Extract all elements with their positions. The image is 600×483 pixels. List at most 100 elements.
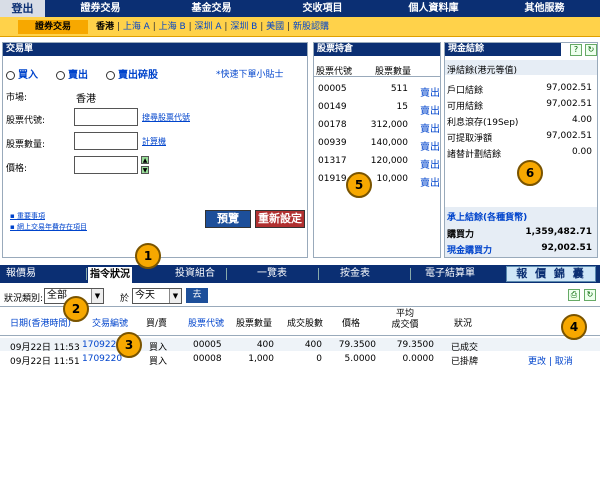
- callout-1: 1: [135, 243, 161, 269]
- cash-subheader: 淨結餘(港元等值): [447, 66, 518, 76]
- price-input[interactable]: [74, 156, 138, 174]
- col-stock-code[interactable]: 股票代號: [188, 316, 224, 329]
- refresh-icon[interactable]: ↻: [585, 44, 597, 56]
- col-trade-id[interactable]: 交易編號: [92, 316, 128, 329]
- callout-2: 2: [63, 296, 89, 322]
- callout-6: 6: [517, 160, 543, 186]
- buying-power-label: 購買力: [447, 230, 475, 240]
- order-qty: 1,000: [248, 354, 274, 364]
- divider: [314, 76, 440, 77]
- market-sz-a[interactable]: 深圳 A: [194, 22, 221, 32]
- holding-code: 00939: [318, 138, 347, 148]
- col-avg-price: 平均 成交價: [391, 309, 419, 330]
- order-date: 09月22日 11:51: [10, 357, 80, 367]
- calculator-link[interactable]: 計算機: [142, 136, 166, 147]
- important-notes-label: 重要事項: [16, 212, 45, 220]
- cash-row-label: 戶口結餘: [447, 86, 484, 96]
- date-filter-value: 今天: [135, 290, 155, 301]
- quantity-input[interactable]: [74, 132, 138, 150]
- radio-icon: [56, 70, 65, 80]
- stock-code-label: 股票代號:: [6, 116, 46, 126]
- holding-sell-link[interactable]: 賣出: [420, 120, 440, 135]
- order-price: 79.3500: [338, 340, 376, 350]
- cash-row-label: 諸替計劃結餘: [447, 150, 502, 160]
- market-ipo[interactable]: 新股認購: [293, 22, 329, 32]
- holding-code: 01919: [318, 174, 347, 184]
- tab-order-status[interactable]: 指令狀況: [88, 267, 132, 283]
- market-sh-a[interactable]: 上海 A: [123, 22, 150, 32]
- buy-radio[interactable]: 買入: [6, 66, 38, 81]
- holding-qty: 140,000: [370, 138, 408, 148]
- separator: |: [224, 22, 228, 32]
- quick-tips-link[interactable]: *快速下單小貼士: [216, 67, 284, 80]
- print-icon[interactable]: ⎙: [568, 289, 580, 301]
- tab-separator: [86, 268, 87, 280]
- holding-code: 00178: [318, 120, 347, 130]
- tab-separator: [226, 268, 227, 280]
- tab-e-statement[interactable]: 電子結算單: [420, 265, 480, 283]
- order-side: 買入: [149, 357, 168, 367]
- date-filter-select[interactable]: 今天 ▼: [132, 288, 182, 304]
- sell-odd-radio[interactable]: 賣出碎股: [106, 66, 158, 81]
- holding-qty: 15: [396, 102, 408, 112]
- order-code: 00005: [193, 340, 222, 350]
- nav-securities[interactable]: 證券交易: [45, 0, 156, 17]
- holding-sell-link[interactable]: 賣出: [420, 156, 440, 171]
- holding-sell-link[interactable]: 賣出: [420, 138, 440, 153]
- status-filter-label: 狀況類別:: [4, 294, 44, 304]
- holding-code: 00149: [318, 102, 347, 112]
- cash-section2-title: 承上結餘(各種貨幣): [447, 213, 528, 223]
- holding-sell-link[interactable]: 賣出: [420, 102, 440, 117]
- separator: |: [116, 22, 120, 32]
- order-price: 5.0000: [344, 354, 377, 364]
- tab-quote[interactable]: 報價易: [0, 265, 42, 283]
- stock-code-input[interactable]: [74, 108, 138, 126]
- go-button[interactable]: 去: [186, 288, 208, 303]
- market-us[interactable]: 美國: [266, 22, 284, 32]
- callout-4: 4: [561, 314, 587, 340]
- price-up-icon[interactable]: ▲: [141, 156, 149, 164]
- reset-button[interactable]: 重新設定: [255, 210, 305, 228]
- refresh-icon[interactable]: ↻: [584, 289, 596, 301]
- holding-sell-link[interactable]: 賣出: [420, 174, 440, 189]
- sell-radio[interactable]: 賣出: [56, 66, 88, 81]
- separator: |: [152, 22, 156, 32]
- buy-label: 買入: [18, 70, 38, 81]
- separator: |: [260, 22, 264, 32]
- holding-sell-link[interactable]: 賣出: [420, 84, 440, 99]
- in-label: 於: [120, 294, 130, 304]
- col-status: 狀況: [454, 319, 473, 329]
- order-qty: 400: [256, 340, 274, 350]
- col-date[interactable]: 日期(香港時間): [10, 316, 71, 329]
- market-hk[interactable]: 香港: [96, 22, 114, 32]
- market-sh-b[interactable]: 上海 B: [159, 22, 186, 32]
- chevron-down-icon: ▼: [169, 289, 181, 303]
- tab-summary[interactable]: 一覽表: [252, 265, 292, 283]
- price-down-icon[interactable]: ▼: [141, 166, 149, 174]
- tab-portfolio[interactable]: 投資組合: [170, 265, 220, 283]
- help-icon[interactable]: ?: [570, 44, 582, 56]
- search-code-link[interactable]: 搜尋股票代號: [142, 112, 190, 123]
- preview-button[interactable]: 預覽: [205, 210, 251, 228]
- tab-margin[interactable]: 按金表: [335, 265, 375, 283]
- nav-settlement[interactable]: 交收項目: [267, 0, 378, 17]
- cash-power-value: 92,002.51: [541, 243, 592, 253]
- cash-row-value: 4.00: [571, 115, 592, 125]
- order-avg-price: 0.0000: [402, 354, 435, 364]
- order-actions[interactable]: 更改 | 取消: [528, 354, 573, 367]
- nav-funds[interactable]: 基金交易: [156, 0, 267, 17]
- nav-personal[interactable]: 個人資料庫: [378, 0, 489, 17]
- market-sz-b[interactable]: 深圳 B: [230, 22, 257, 32]
- annual-fee-link[interactable]: ▪ 網上交易年費存在項目: [10, 222, 87, 232]
- report-button[interactable]: 報 價 錦 囊: [506, 266, 596, 282]
- order-id-link[interactable]: 1709220: [82, 354, 122, 364]
- holding-qty: 511: [390, 84, 408, 94]
- sell-label: 賣出: [68, 70, 88, 81]
- cash-header: 現金結餘: [445, 43, 561, 56]
- logout-button[interactable]: 登出: [0, 0, 45, 17]
- section-tab-securities[interactable]: 證券交易: [18, 20, 88, 34]
- buying-power-value: 1,359,482.71: [525, 227, 592, 237]
- cash-row-value: 97,002.51: [546, 99, 592, 109]
- important-notes-link[interactable]: ▪ 重要事項: [10, 211, 45, 221]
- nav-other[interactable]: 其他服務: [489, 0, 600, 17]
